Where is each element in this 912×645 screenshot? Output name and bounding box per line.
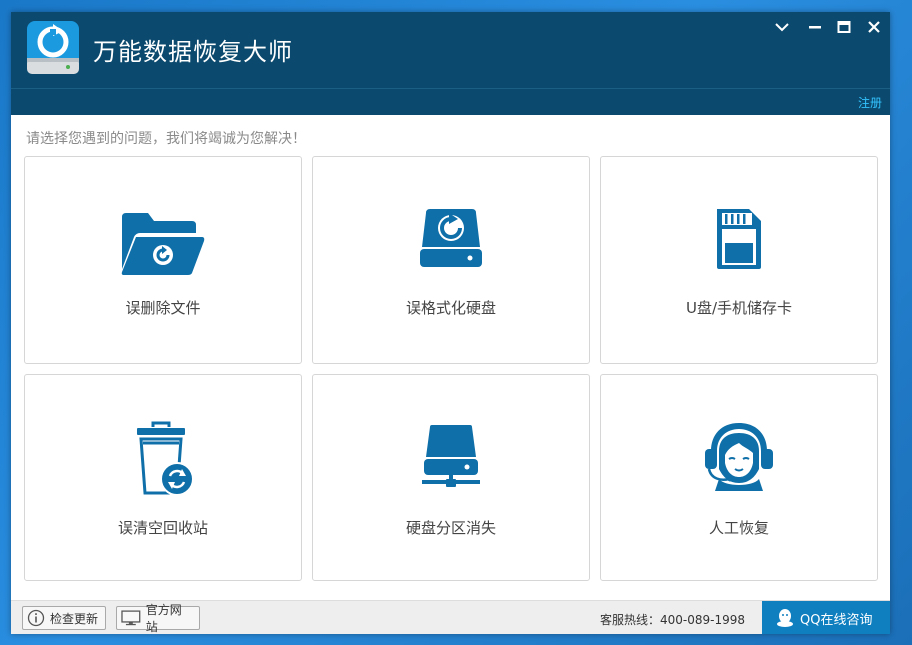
info-icon — [27, 609, 45, 627]
disk-format-icon — [420, 209, 482, 267]
tile-label: 误删除文件 — [125, 299, 201, 317]
tile-label: 人工恢复 — [708, 519, 769, 537]
close-icon — [868, 21, 880, 33]
close-button[interactable] — [863, 16, 885, 38]
title-bar[interactable]: 万能数据恢复大师 — [11, 12, 890, 88]
tile-deleted-files[interactable]: 误删除文件 — [24, 156, 302, 364]
qq-icon — [777, 609, 793, 627]
status-bar: 检查更新 官方网站 客服热线：400-089-1998 QQ在线咨询 — [11, 600, 890, 634]
customer-service-icon — [705, 423, 773, 491]
app-logo-icon — [27, 21, 79, 74]
sd-card-icon — [717, 209, 761, 269]
sub-bar: 注册 — [11, 88, 890, 115]
register-link[interactable]: 注册 — [858, 94, 882, 111]
website-label: 官方网站 — [145, 603, 182, 634]
tile-label: 误格式化硬盘 — [405, 299, 496, 317]
disk-partition-icon — [422, 425, 480, 487]
official-website-button[interactable]: 官方网站 — [116, 603, 200, 634]
app-window: 万能数据恢复大师 注册 请选择您遇到的问题，我们将竭诚为您解决！ 误删除文件 误… — [11, 12, 890, 634]
chevron-down-icon — [775, 23, 789, 32]
qq-consult-button[interactable]: QQ在线咨询 — [762, 601, 890, 634]
tile-lost-partition[interactable]: 硬盘分区消失 — [312, 374, 590, 581]
recycle-bin-icon — [137, 421, 194, 496]
tile-label: U盘/手机储存卡 — [685, 299, 793, 317]
tile-label: 硬盘分区消失 — [405, 519, 496, 537]
tile-formatted-disk[interactable]: 误格式化硬盘 — [312, 156, 590, 364]
prompt-text: 请选择您遇到的问题，我们将竭诚为您解决！ — [26, 131, 306, 147]
maximize-icon — [837, 21, 851, 33]
minimize-icon — [809, 26, 821, 29]
folder-recover-icon — [121, 213, 205, 275]
service-hotline: 客服热线：400-089-1998 — [599, 613, 745, 627]
tile-usb-sd-card[interactable]: U盘/手机储存卡 — [600, 156, 878, 364]
check-update-label: 检查更新 — [50, 611, 99, 626]
qq-consult-label: QQ在线咨询 — [800, 612, 873, 628]
monitor-icon — [121, 610, 141, 626]
tile-recycle-bin[interactable]: 误清空回收站 — [24, 374, 302, 581]
maximize-button[interactable] — [833, 16, 855, 38]
menu-dropdown-button[interactable] — [771, 16, 793, 38]
tile-manual-recovery[interactable]: 人工恢复 — [600, 374, 878, 581]
tile-label: 误清空回收站 — [117, 519, 208, 537]
app-title: 万能数据恢复大师 — [93, 38, 293, 66]
check-update-button[interactable]: 检查更新 — [22, 606, 106, 630]
minimize-button[interactable] — [804, 16, 826, 38]
